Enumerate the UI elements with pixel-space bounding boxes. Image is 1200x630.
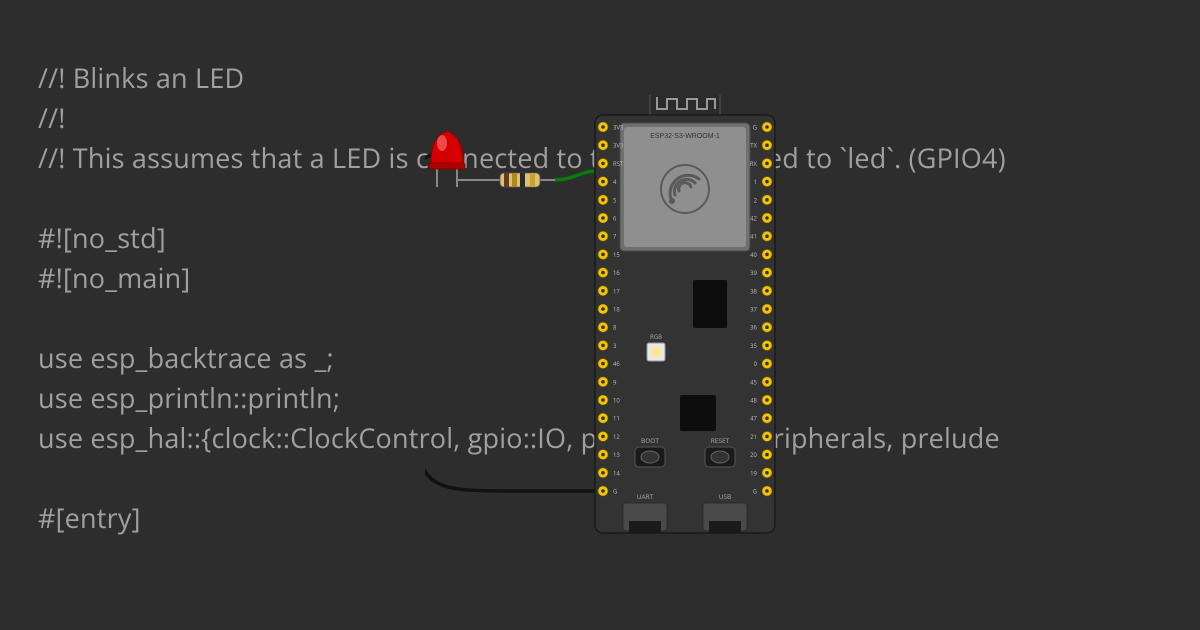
pin-label: 16 [613,269,620,277]
pin-label: 13 [613,451,620,459]
pin-label: 38 [750,287,757,295]
pin-label: 40 [750,251,757,259]
pin-label: 3V3 [613,124,624,132]
pin-label: RX [750,160,758,168]
chip-ic-1 [693,280,727,328]
pin-label: 20 [750,451,757,459]
pin-label: 14 [613,469,620,477]
pin-label: 3 [613,342,617,350]
pin-label: 37 [750,306,757,314]
pin-label: 4 [613,178,617,186]
resistor-band-2 [512,173,517,187]
pin-label: 9 [613,378,617,386]
pin-label: 45 [750,378,757,386]
pin-label: 6 [613,215,617,223]
svg-text:USB: USB [719,492,732,501]
svg-text:RGB: RGB [650,333,662,341]
pin-label: 3V3 [613,142,624,150]
pin-label: G [753,124,757,132]
pin-label: 18 [613,306,620,314]
circuit-diagram: ESP32-S3-WROOM-1 RGB BOOT RESET [425,95,825,525]
pin-label: 1 [754,178,757,186]
pin-label: 12 [613,433,620,441]
resistor-band-1 [504,173,509,187]
pin-label: G [753,488,757,496]
resistor-band-4 [530,173,535,187]
pin-label: 41 [750,233,757,241]
resistor-band-3 [520,173,525,187]
pin-label: RST [613,160,624,168]
svg-text:BOOT: BOOT [641,436,659,445]
antenna [650,95,720,117]
pin-label: 47 [750,415,757,423]
pin-label: 2 [754,196,758,204]
chip-label: ESP32-S3-WROOM-1 [650,133,720,140]
esp32-board: ESP32-S3-WROOM-1 RGB BOOT RESET [595,95,775,533]
pin-label: 46 [613,360,620,368]
pin-label: 39 [750,269,757,277]
pin-label: 5 [613,196,617,204]
pin-label: 0 [754,360,758,368]
pin-label: 10 [613,397,620,405]
resistor [480,173,555,187]
pin-label: 8 [613,324,617,332]
pin-label: 19 [750,469,757,477]
pin-label: 35 [750,342,757,350]
pin-label: 11 [613,415,620,423]
pin-label: 48 [750,397,757,405]
led-component [429,131,480,187]
pin-label: 17 [613,287,620,295]
chip-ic-2 [680,395,716,431]
pin-label: 15 [613,251,620,259]
svg-text:UART: UART [637,492,654,501]
pin-label: TX [750,142,757,150]
wire-green [555,171,600,180]
pin-label: 36 [750,324,757,332]
pin-label: 21 [750,433,757,441]
pin-label: 42 [750,215,757,223]
svg-text:RESET: RESET [711,436,730,445]
wire-black [425,155,600,491]
pin-label: G [613,488,617,496]
pin-label: 7 [613,233,617,241]
